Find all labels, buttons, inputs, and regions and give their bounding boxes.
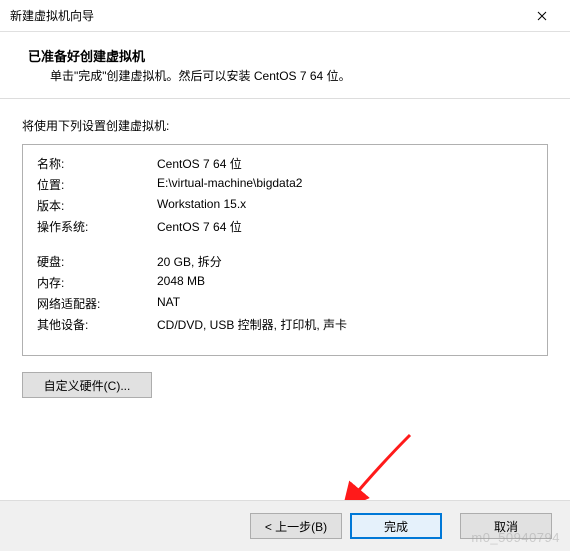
page-subtitle: 单击"完成"创建虚拟机。然后可以安装 CentOS 7 64 位。 [28, 67, 546, 84]
row-memory: 内存: 2048 MB [37, 274, 533, 291]
row-os: 操作系统: CentOS 7 64 位 [37, 218, 533, 235]
label-location: 位置: [37, 176, 157, 193]
wizard-body: 将使用下列设置创建虚拟机: 名称: CentOS 7 64 位 位置: E:\v… [0, 99, 570, 410]
value-other: CD/DVD, USB 控制器, 打印机, 声卡 [157, 316, 533, 333]
close-button[interactable] [522, 2, 562, 30]
close-icon [537, 11, 547, 21]
label-other: 其他设备: [37, 316, 157, 333]
value-disk: 20 GB, 拆分 [157, 253, 533, 270]
window-title: 新建虚拟机向导 [10, 7, 522, 24]
label-disk: 硬盘: [37, 253, 157, 270]
back-button[interactable]: < 上一步(B) [250, 513, 342, 539]
value-network: NAT [157, 295, 533, 312]
row-other: 其他设备: CD/DVD, USB 控制器, 打印机, 声卡 [37, 316, 533, 333]
titlebar: 新建虚拟机向导 [0, 0, 570, 32]
value-memory: 2048 MB [157, 274, 533, 291]
value-location: E:\virtual-machine\bigdata2 [157, 176, 533, 193]
row-name: 名称: CentOS 7 64 位 [37, 155, 533, 172]
watermark-text: m0_50940794 [471, 530, 560, 545]
customize-area: 自定义硬件(C)... [22, 372, 548, 398]
label-name: 名称: [37, 155, 157, 172]
row-version: 版本: Workstation 15.x [37, 197, 533, 214]
value-version: Workstation 15.x [157, 197, 533, 214]
label-version: 版本: [37, 197, 157, 214]
row-network: 网络适配器: NAT [37, 295, 533, 312]
label-network: 网络适配器: [37, 295, 157, 312]
wizard-header: 已准备好创建虚拟机 单击"完成"创建虚拟机。然后可以安装 CentOS 7 64… [0, 32, 570, 99]
finish-button[interactable]: 完成 [350, 513, 442, 539]
label-memory: 内存: [37, 274, 157, 291]
summary-box: 名称: CentOS 7 64 位 位置: E:\virtual-machine… [22, 144, 548, 356]
row-disk: 硬盘: 20 GB, 拆分 [37, 253, 533, 270]
intro-text: 将使用下列设置创建虚拟机: [22, 117, 548, 134]
label-os: 操作系统: [37, 218, 157, 235]
value-os: CentOS 7 64 位 [157, 218, 533, 235]
customize-hardware-button[interactable]: 自定义硬件(C)... [22, 372, 152, 398]
page-title: 已准备好创建虚拟机 [28, 46, 546, 65]
value-name: CentOS 7 64 位 [157, 155, 533, 172]
row-location: 位置: E:\virtual-machine\bigdata2 [37, 176, 533, 193]
